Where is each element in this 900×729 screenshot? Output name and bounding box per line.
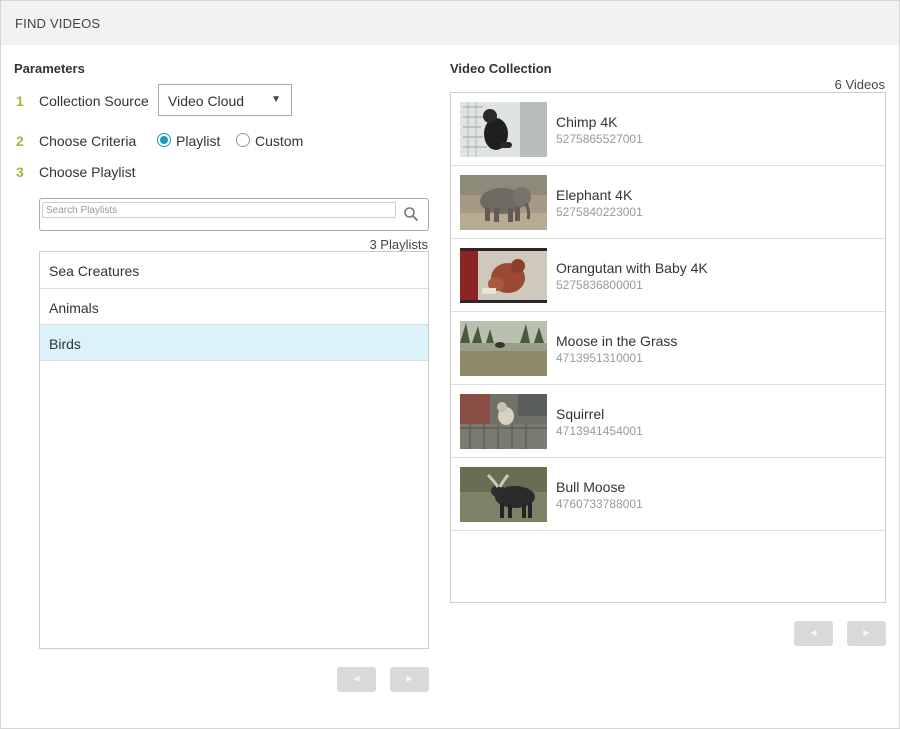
video-id: 5275865527001 — [556, 132, 643, 146]
video-row-squirrel[interactable]: Squirrel 4713941454001 — [451, 385, 885, 458]
dialog-header: FIND VIDEOS — [1, 1, 899, 45]
video-id: 4713941454001 — [556, 424, 643, 438]
parameters-heading: Parameters — [14, 61, 85, 76]
video-name: Bull Moose — [556, 479, 626, 495]
video-name: Elephant 4K — [556, 187, 633, 203]
playlist-item-animals[interactable]: Animals — [40, 289, 428, 325]
choose-criteria-label: Choose Criteria — [39, 133, 137, 149]
search-icon[interactable] — [403, 206, 419, 222]
next-arrow-icon: ▶ — [406, 674, 413, 683]
video-name: Chimp 4K — [556, 114, 618, 130]
playlist-list: Sea Creatures Animals Birds — [39, 251, 429, 649]
playlist-item-sea-creatures[interactable]: Sea Creatures — [40, 252, 428, 289]
playlist-prev-button[interactable]: ◀ — [337, 667, 376, 692]
bull-moose-thumbnail — [460, 467, 547, 522]
video-id: 4760733788001 — [556, 497, 643, 511]
choose-playlist-label: Choose Playlist — [39, 164, 136, 180]
next-arrow-icon: ▶ — [863, 628, 870, 637]
elephant-thumbnail — [460, 175, 547, 230]
orangutan-thumbnail — [460, 248, 547, 303]
video-row-orangutan[interactable]: Orangutan with Baby 4K 5275836800001 — [451, 239, 885, 312]
video-row-moose-grass[interactable]: Moose in the Grass 4713951310001 — [451, 312, 885, 385]
chimp-thumbnail — [460, 102, 547, 157]
step-number-3: 3 — [16, 164, 24, 180]
video-id: 5275840223001 — [556, 205, 643, 219]
video-name: Squirrel — [556, 406, 605, 422]
collection-source-label: Collection Source — [39, 93, 149, 109]
video-id: 5275836800001 — [556, 278, 643, 292]
video-next-button[interactable]: ▶ — [847, 621, 886, 646]
video-list: Chimp 4K 5275865527001 Elephant 4K 52758… — [450, 92, 886, 603]
playlist-item-birds[interactable]: Birds — [40, 325, 428, 361]
custom-radio[interactable] — [236, 133, 250, 147]
step-number-2: 2 — [16, 133, 24, 149]
video-name: Orangutan with Baby 4K — [556, 260, 708, 276]
dialog-title: FIND VIDEOS — [15, 16, 101, 31]
playlist-search-box — [39, 198, 429, 231]
moose-thumbnail — [460, 321, 547, 376]
playlist-item-label: Animals — [49, 300, 99, 316]
step-number-1: 1 — [16, 93, 24, 109]
playlist-count: 3 Playlists — [369, 237, 428, 252]
video-count: 6 Videos — [834, 77, 885, 92]
video-name: Moose in the Grass — [556, 333, 678, 349]
video-row-elephant[interactable]: Elephant 4K 5275840223001 — [451, 166, 885, 239]
playlist-item-label: Birds — [49, 336, 81, 352]
video-collection-heading: Video Collection — [450, 61, 552, 76]
prev-arrow-icon: ◀ — [353, 674, 360, 683]
playlist-next-button[interactable]: ▶ — [390, 667, 429, 692]
video-prev-button[interactable]: ◀ — [794, 621, 833, 646]
dropdown-arrow-icon: ▼ — [271, 94, 281, 105]
collection-source-select[interactable]: Video Cloud ▼ — [158, 84, 292, 116]
video-id: 4713951310001 — [556, 351, 643, 365]
playlist-item-label: Sea Creatures — [49, 263, 140, 279]
playlist-radio[interactable] — [157, 133, 171, 147]
search-playlists-input[interactable] — [42, 202, 396, 218]
collection-source-value: Video Cloud — [168, 93, 245, 109]
video-row-chimp[interactable]: Chimp 4K 5275865527001 — [451, 93, 885, 166]
squirrel-thumbnail — [460, 394, 547, 449]
playlist-radio-label[interactable]: Playlist — [176, 133, 220, 149]
video-row-bull-moose[interactable]: Bull Moose 4760733788001 — [451, 458, 885, 531]
custom-radio-label[interactable]: Custom — [255, 133, 303, 149]
prev-arrow-icon: ◀ — [810, 628, 817, 637]
